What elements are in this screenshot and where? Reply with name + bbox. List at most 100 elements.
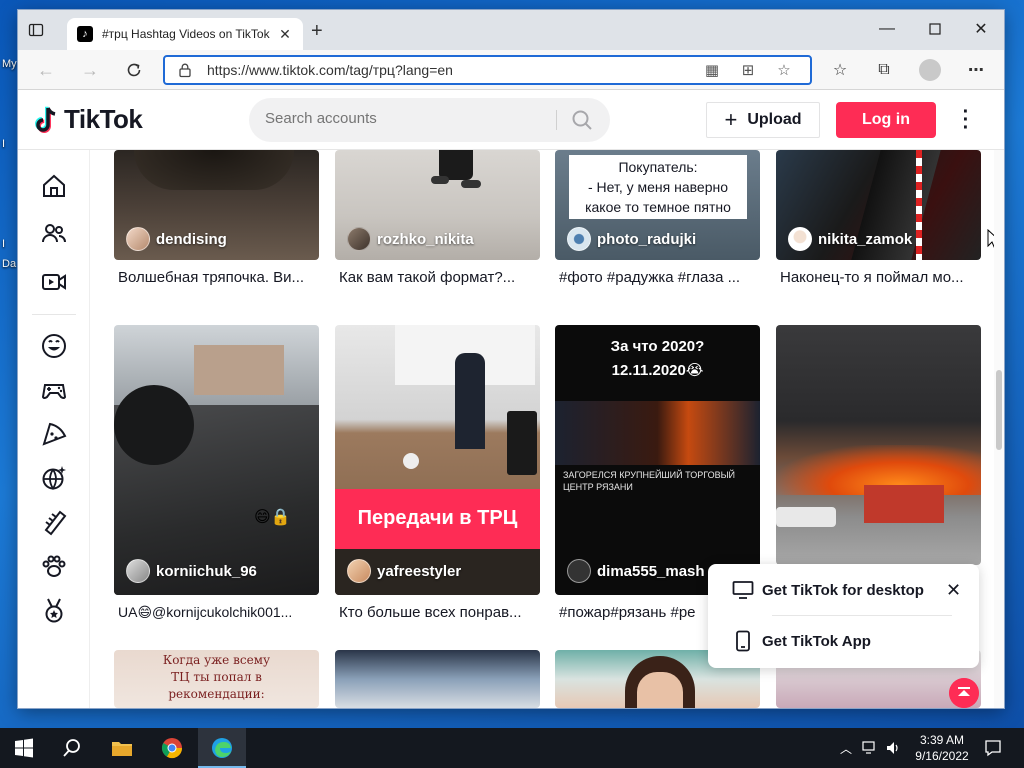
taskbar-clock[interactable]: 3:39 AM 9/16/2022	[910, 732, 974, 764]
video-card[interactable]	[776, 325, 981, 565]
video-author[interactable]: dendising	[126, 227, 227, 251]
video-card[interactable]: dendising Волшебная тряпочка. Ви...	[114, 150, 319, 290]
desktop-icon-label[interactable]: I	[2, 138, 5, 150]
video-thumbnail[interactable]: Когда уже всему ТЦ ты попал в рекомендац…	[114, 650, 319, 708]
sidebar	[18, 150, 90, 708]
avatar	[126, 559, 150, 583]
add-favorite-icon[interactable]: ☆	[774, 60, 794, 80]
video-author[interactable]: dima555_mash	[567, 559, 705, 583]
video-author[interactable]: rozhko_nikita	[347, 227, 474, 251]
video-author[interactable]: photo_radujki	[567, 227, 696, 251]
minimize-icon[interactable]: —	[864, 15, 910, 43]
back-to-top-icon[interactable]	[949, 678, 979, 708]
logo-text: TikTok	[64, 104, 143, 134]
search-icon[interactable]	[571, 109, 593, 131]
file-explorer-icon[interactable]	[110, 736, 134, 760]
animals-paw-icon[interactable]	[40, 552, 68, 580]
refresh-icon[interactable]	[122, 59, 146, 81]
forward-icon[interactable]: →	[78, 59, 102, 81]
desktop-icon-label[interactable]: My	[2, 58, 17, 70]
network-icon[interactable]	[862, 740, 878, 756]
lock-icon[interactable]	[177, 62, 193, 78]
food-pizza-icon[interactable]	[40, 420, 68, 448]
windows-start-icon[interactable]	[12, 736, 36, 760]
tab-actions-icon[interactable]	[28, 22, 44, 38]
tiktok-page: TikTok + Upload Log in ···	[18, 90, 1004, 708]
video-card[interactable]: Покупатель: - Нет, у меня наверно какое …	[555, 150, 760, 290]
search-icon[interactable]	[60, 736, 84, 760]
address-bar[interactable]: https://www.tiktok.com/tag/трц?lang=en ▦…	[163, 55, 812, 85]
video-card[interactable]: 😄🔒 korniichuk_96 UA😄@kornijcukolchik001.…	[114, 325, 319, 625]
clock-time: 3:39 AM	[919, 733, 965, 747]
read-aloud-icon[interactable]: ⊞	[738, 60, 758, 80]
more-menu-icon[interactable]: · · ·	[956, 102, 976, 138]
favorites-icon[interactable]: ☆	[830, 60, 850, 80]
sports-medal-icon[interactable]	[40, 596, 68, 624]
video-thumbnail[interactable]	[776, 325, 981, 565]
tiktok-header: TikTok + Upload Log in ···	[18, 90, 1004, 150]
following-icon[interactable]	[40, 220, 68, 248]
collections-icon[interactable]: ⧉	[874, 60, 894, 80]
comedy-emoji-icon[interactable]	[40, 332, 68, 360]
video-caption[interactable]: Волшебная тряпочка. Ви...	[118, 269, 318, 286]
popup-close-icon[interactable]: ✕	[946, 580, 961, 601]
search-input[interactable]	[265, 110, 545, 127]
maximize-icon[interactable]	[912, 15, 958, 43]
video-thumbnail[interactable]: 😄🔒	[114, 325, 319, 595]
chrome-icon[interactable]	[160, 736, 184, 760]
video-card[interactable]	[335, 650, 540, 708]
video-thumbnail[interactable]: Передачи в ТРЦ	[335, 325, 540, 595]
emoji-overlay: 😄🔒	[254, 509, 291, 526]
tray-chevron-icon[interactable]: ︿	[840, 740, 852, 757]
travel-globe-icon[interactable]	[40, 464, 68, 492]
phone-icon	[736, 630, 750, 652]
upload-button[interactable]: + Upload	[706, 102, 820, 138]
edge-taskbar-button[interactable]	[198, 728, 246, 768]
settings-more-icon[interactable]: ⋯	[966, 60, 986, 80]
get-desktop-app-link[interactable]: Get TikTok for desktop	[732, 580, 924, 600]
avatar	[126, 227, 150, 251]
tab-close-icon[interactable]: ✕	[277, 26, 293, 43]
browser-tab[interactable]: ♪ #трц Hashtag Videos on TikTok ✕	[67, 18, 303, 50]
login-button[interactable]: Log in	[836, 102, 936, 138]
get-mobile-app-link[interactable]: Get TikTok App	[732, 630, 871, 652]
video-caption[interactable]: Как вам такой формат?...	[339, 269, 539, 286]
taskbar: ︿ 3:39 AM 9/16/2022	[0, 728, 1024, 768]
new-tab-icon[interactable]: +	[311, 21, 323, 41]
video-card[interactable]: nikita_zamok Наконец-то я поймал мо...	[776, 150, 981, 290]
tiktok-logo[interactable]: TikTok	[34, 104, 143, 135]
close-window-icon[interactable]: ✕	[958, 15, 1004, 43]
tab-title: #трц Hashtag Videos on TikTok	[102, 27, 270, 41]
plus-icon: +	[724, 107, 738, 132]
video-author[interactable]: korniichuk_96	[126, 559, 257, 583]
video-thumbnail[interactable]: За что 2020? 12.11.2020😭 ЗАГОРЕЛСЯ КРУПН…	[555, 325, 760, 595]
desktop-icon-label[interactable]: Da	[2, 258, 16, 270]
app-available-icon[interactable]: ▦	[702, 60, 722, 80]
scroll-thumb[interactable]	[996, 370, 1002, 450]
video-thumbnail[interactable]	[335, 650, 540, 708]
live-icon[interactable]	[40, 268, 68, 296]
page-scrollbar[interactable]	[994, 150, 1004, 708]
video-author[interactable]: yafreestyler	[347, 559, 461, 583]
url-text[interactable]: https://www.tiktok.com/tag/трц?lang=en	[207, 62, 702, 78]
video-caption[interactable]: Кто больше всех понрав...	[339, 604, 539, 621]
home-icon[interactable]	[40, 172, 68, 200]
beauty-comb-icon[interactable]	[40, 508, 68, 536]
video-caption[interactable]: Наконец-то я поймал мо...	[780, 269, 980, 286]
video-card[interactable]: Когда уже всему ТЦ ты попал в рекомендац…	[114, 650, 319, 708]
gaming-icon[interactable]	[40, 376, 68, 404]
edge-icon	[212, 738, 232, 758]
back-icon[interactable]: ←	[34, 59, 58, 81]
volume-icon[interactable]	[885, 740, 901, 756]
video-card[interactable]: Передачи в ТРЦ yafreestyler Кто больше в…	[335, 325, 540, 625]
desktop-icon-label[interactable]: I	[2, 238, 5, 250]
avatar	[347, 559, 371, 583]
video-caption[interactable]: UA😄@kornijcukolchik001...	[118, 604, 318, 621]
upload-label: Upload	[747, 111, 802, 128]
get-app-popup: Get TikTok for desktop ✕ Get TikTok App	[708, 564, 979, 668]
video-caption[interactable]: #фото #радужка #глаза ...	[559, 269, 759, 286]
profile-avatar[interactable]	[919, 59, 941, 81]
notification-center-icon[interactable]	[984, 739, 1002, 757]
video-card[interactable]: rozhko_nikita Как вам такой формат?...	[335, 150, 540, 290]
video-author[interactable]: nikita_zamok	[788, 227, 912, 251]
